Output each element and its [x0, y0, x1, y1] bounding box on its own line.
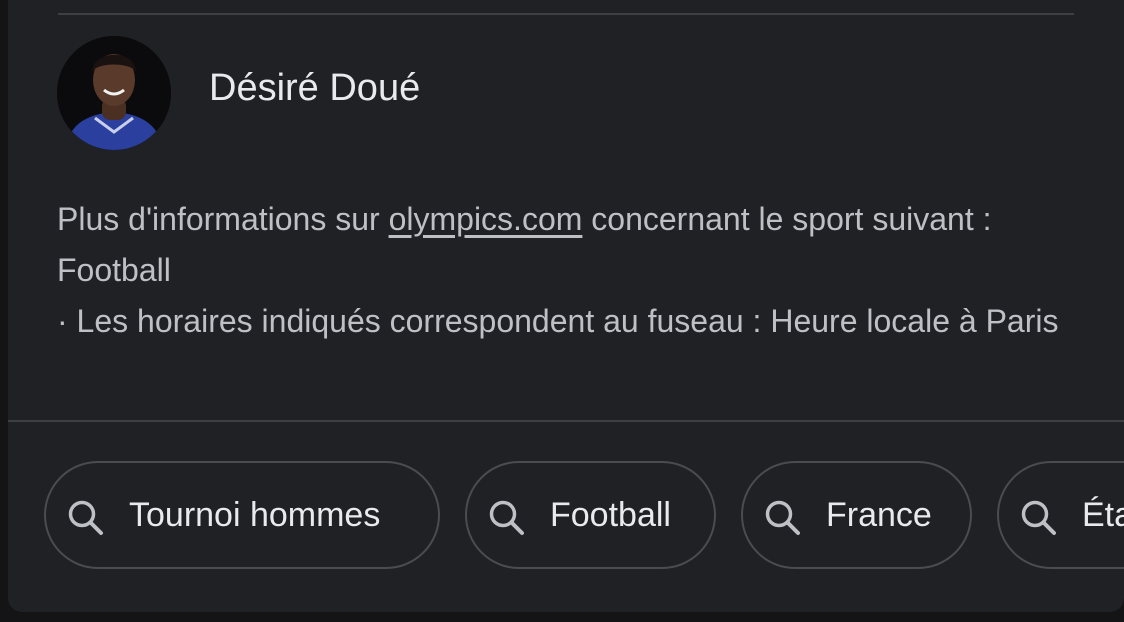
chip-football[interactable]: Football: [465, 461, 716, 569]
top-divider: [58, 13, 1074, 15]
chip-etats-unis[interactable]: Éta: [997, 461, 1124, 569]
info-prefix: Plus d'informations sur: [57, 201, 389, 237]
search-icon: [765, 500, 800, 535]
chip-label: France: [826, 496, 932, 534]
info-text: Plus d'informations sur olympics.com con…: [57, 194, 1067, 347]
timezone-note: · Les horaires indiqués correspondent au…: [57, 303, 1059, 339]
chip-label: Football: [550, 496, 671, 534]
section-divider: [8, 420, 1124, 422]
athlete-photo: [57, 36, 171, 150]
search-icon: [489, 500, 524, 535]
athlete-card: Désiré Doué Plus d'informations sur olym…: [8, 0, 1124, 612]
chip-tournoi-hommes[interactable]: Tournoi hommes: [44, 461, 440, 569]
avatar[interactable]: [57, 36, 171, 150]
chip-label: Éta: [1082, 496, 1124, 534]
chip-france[interactable]: France: [741, 461, 972, 569]
search-icon: [1021, 500, 1056, 535]
athlete-name: Désiré Doué: [209, 67, 421, 109]
chip-label: Tournoi hommes: [129, 496, 381, 534]
search-icon: [68, 500, 103, 535]
olympics-link[interactable]: olympics.com: [389, 201, 583, 237]
